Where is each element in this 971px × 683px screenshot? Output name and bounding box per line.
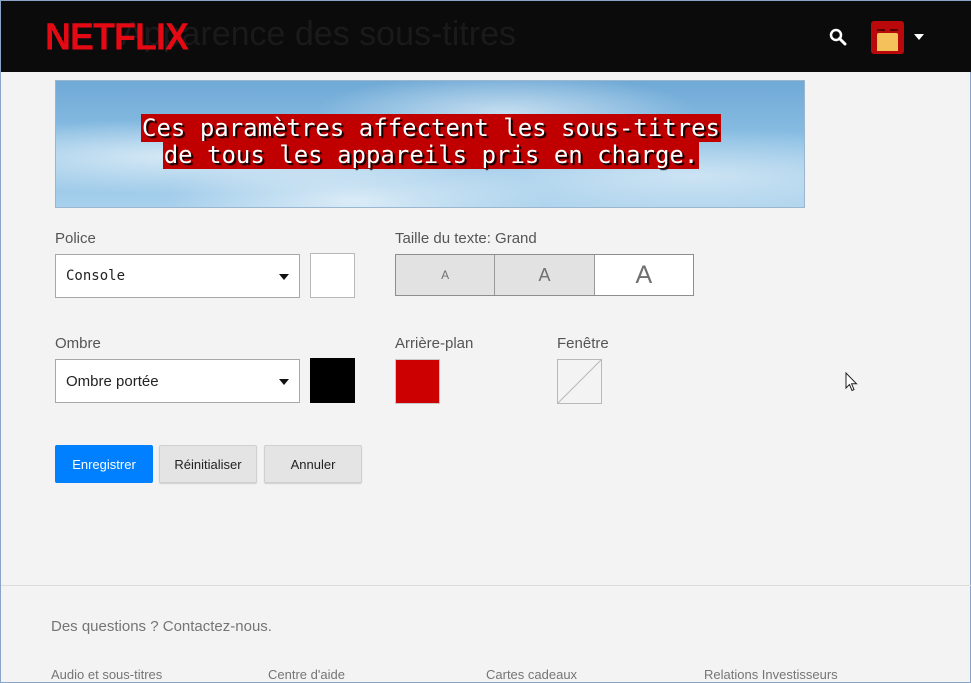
footer-link-gift-cards[interactable]: Cartes cadeaux [486, 667, 577, 682]
font-select[interactable]: Console [55, 254, 300, 298]
text-size-medium-button[interactable]: A [495, 255, 595, 295]
preview-line-1: Ces paramètres affectent les sous-titres [141, 114, 721, 142]
preview-line-2: de tous les appareils pris en charge. [162, 141, 700, 169]
footer-link-investor-relations[interactable]: Relations Investisseurs [704, 667, 838, 682]
cancel-button[interactable]: Annuler [264, 445, 362, 483]
shadow-color-swatch[interactable] [310, 358, 355, 403]
window-color-swatch[interactable] [557, 359, 602, 404]
shadow-select[interactable]: Ombre portée [55, 359, 300, 403]
footer-contact-link[interactable]: Des questions ? Contactez-nous. [51, 618, 272, 635]
text-size-label: Taille du texte: Grand [395, 230, 537, 247]
footer-link-audio-subtitles[interactable]: Audio et sous-titres [51, 667, 162, 682]
background-label: Arrière-plan [395, 335, 474, 352]
chevron-down-icon [279, 379, 289, 385]
profile-avatar[interactable] [871, 21, 904, 54]
text-size-large-button[interactable]: A [594, 255, 693, 295]
top-nav-bar: Apparence des sous-titres NETFLIX [1, 1, 971, 72]
shadow-select-value: Ombre portée [66, 373, 159, 390]
background-color-swatch[interactable] [395, 359, 440, 404]
footer-divider [1, 585, 971, 586]
text-size-small-button[interactable]: A [396, 255, 496, 295]
reset-button[interactable]: Réinitialiser [159, 445, 257, 483]
window-label: Fenêtre [557, 335, 609, 352]
font-select-value: Console [66, 268, 126, 284]
search-icon[interactable] [829, 28, 847, 46]
caret-down-icon[interactable] [914, 34, 924, 40]
subtitle-preview: Ces paramètres affectent les sous-titres… [55, 80, 805, 208]
font-color-swatch[interactable] [310, 253, 355, 298]
preview-caption: Ces paramètres affectent les sous-titres… [56, 114, 804, 169]
save-button[interactable]: Enregistrer [55, 445, 153, 483]
footer-link-help-center[interactable]: Centre d'aide [268, 667, 345, 682]
netflix-logo[interactable]: NETFLIX [45, 15, 189, 59]
mouse-cursor-icon [845, 371, 859, 392]
chevron-down-icon [279, 274, 289, 280]
font-label: Police [55, 230, 96, 247]
text-size-selector: A A A [395, 254, 694, 296]
shadow-label: Ombre [55, 335, 101, 352]
no-color-icon [557, 359, 602, 404]
